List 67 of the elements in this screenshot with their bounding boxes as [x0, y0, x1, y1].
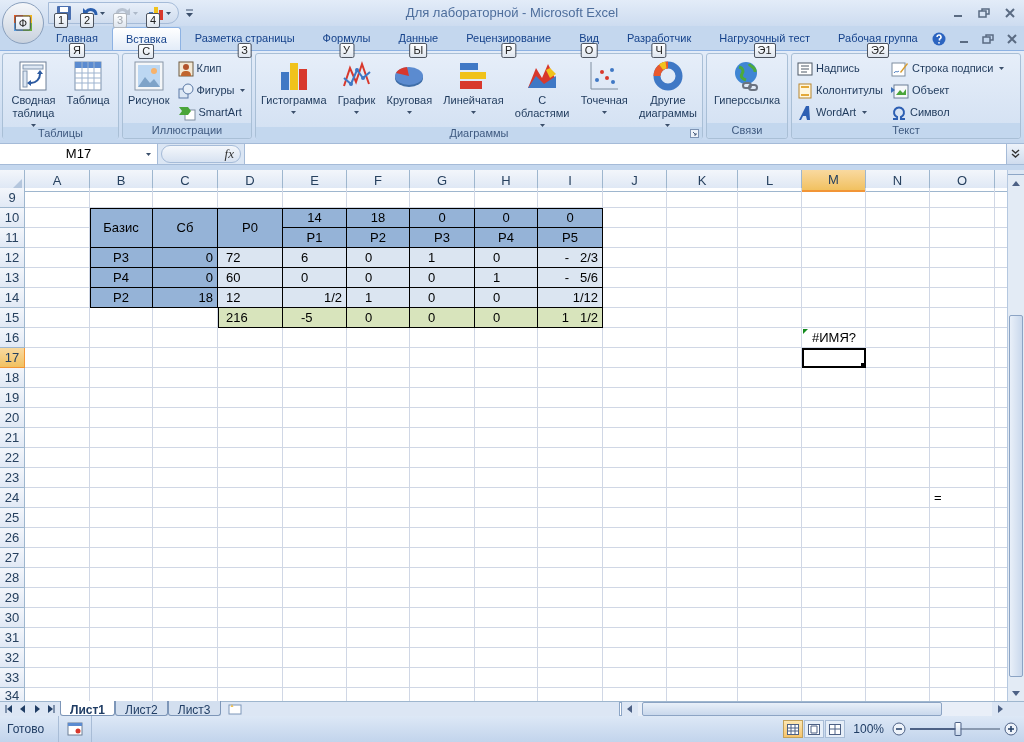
table-cell: 0: [283, 268, 347, 288]
keytip-tooltip: У: [339, 43, 354, 59]
group-label: Текст: [892, 124, 920, 137]
table-cell: Базис: [90, 208, 153, 248]
status-text: Готово: [6, 721, 46, 738]
table-cell: 60: [218, 268, 283, 288]
keytip-tooltip: Я: [68, 43, 85, 59]
table-cell: Сб: [153, 208, 218, 248]
group-label: Иллюстрации: [151, 124, 223, 137]
table-cell: 0: [475, 308, 538, 328]
table-cell: 0: [347, 308, 410, 328]
table-cell: P5: [538, 228, 603, 248]
keytip-tooltip: Ы: [409, 43, 428, 59]
table-cell: 12: [218, 288, 283, 308]
table-cell: 216: [218, 308, 283, 328]
table-cell: 0: [347, 268, 410, 288]
table-cell: 0: [475, 248, 538, 268]
table-cell: -5: [283, 308, 347, 328]
table-cell: 0: [347, 248, 410, 268]
table-cell: 1/2: [283, 288, 347, 308]
table-cell: 0: [153, 268, 218, 288]
keytip-tooltip: Ф: [14, 15, 32, 31]
table-cell: P3: [90, 248, 153, 268]
table-cell: 0: [410, 208, 475, 228]
group-label: Связи: [731, 124, 763, 137]
table-cell: P4: [90, 268, 153, 288]
keytip-tooltip: О: [580, 43, 598, 59]
table-cell: P2: [90, 288, 153, 308]
group-label: Диаграммы: [449, 127, 509, 140]
table-cell: P1: [283, 228, 347, 248]
table-cell: 1 1/2: [538, 308, 603, 328]
table-cell: 72: [218, 248, 283, 268]
window-title: Для лабораторной - Microsoft Excel: [405, 4, 619, 23]
table-cell: P4: [475, 228, 538, 248]
keytip-tooltip: 3: [113, 13, 128, 28]
table-cell: #ИМЯ?: [802, 328, 866, 348]
table-cell: 18: [153, 288, 218, 308]
keytip-tooltip: Ч: [651, 43, 667, 59]
keytip-tooltip: 2: [80, 13, 95, 28]
keytip-tooltip: Р: [501, 43, 517, 59]
zoom-level: 100%: [853, 721, 884, 738]
table-cell: 1/12: [538, 288, 603, 308]
keytip-tooltip: 4: [146, 13, 161, 28]
keytip-tooltip: З: [237, 43, 252, 59]
table-cell: 1: [347, 288, 410, 308]
table-cell: 0: [153, 248, 218, 268]
table-cell: 0: [410, 268, 475, 288]
table-cell: 18: [347, 208, 410, 228]
table-cell: 0: [410, 308, 475, 328]
keytip-tooltip: Э1: [753, 43, 776, 59]
table-cell: 6: [283, 248, 347, 268]
table-cell: P0: [218, 208, 283, 248]
group-label: Таблицы: [38, 127, 83, 140]
table-cell: 1: [475, 268, 538, 288]
table-cell: 14: [283, 208, 347, 228]
table-cell: P3: [410, 228, 475, 248]
table-cell: 0: [475, 208, 538, 228]
table-cell: 0: [410, 288, 475, 308]
keytip-tooltip: Э2: [866, 43, 889, 59]
table-cell: 1: [410, 248, 475, 268]
table-cell: - 5/6: [538, 268, 603, 288]
table-cell: 0: [475, 288, 538, 308]
keytip-tooltip: 1: [54, 13, 69, 28]
table-cell: P2: [347, 228, 410, 248]
table-cell: 0: [538, 208, 603, 228]
table-cell: - 2/3: [538, 248, 603, 268]
table-cell-text: =: [933, 489, 943, 508]
